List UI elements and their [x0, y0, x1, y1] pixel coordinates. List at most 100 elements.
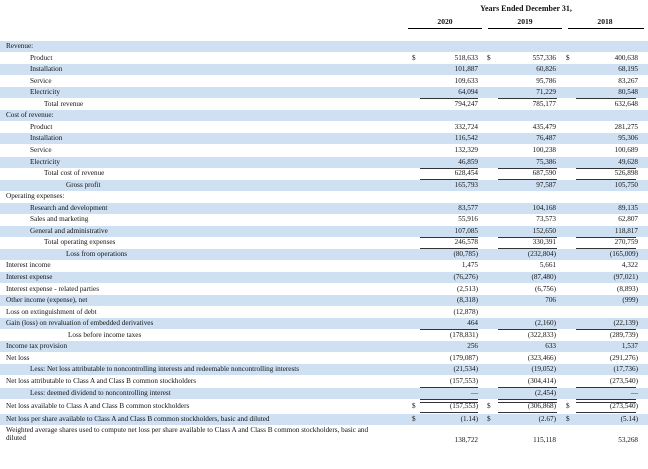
value-2018: 400,638	[614, 53, 638, 62]
row-label: Electricity	[30, 88, 60, 97]
currency-symbol: $	[412, 53, 416, 62]
value-2020: 256	[467, 342, 478, 351]
value-2019: (322,833)	[527, 330, 556, 339]
value-2020: (178,831)	[449, 330, 478, 339]
value-2018: 270,759	[614, 238, 638, 247]
value-2018: 89,135	[618, 203, 638, 212]
row-label: Less: deemed dividend to noncontrolling …	[30, 388, 171, 397]
statement-row: Research and development 83,577 104,168 89,…	[0, 202, 648, 214]
value-2019: 60,826	[536, 65, 556, 74]
value-2020: —	[470, 388, 478, 397]
statement-row: Net loss per share available to Class A …	[0, 413, 648, 425]
statement-row: Less: deemed dividend to noncontrolling …	[0, 387, 648, 399]
value-2020: 46,859	[458, 157, 478, 166]
row-label: Revenue:	[6, 42, 34, 50]
currency-symbol: $	[412, 414, 416, 423]
statement-row: Interest expense (76,276) (87,480) (97,021)	[0, 272, 648, 283]
value-2019: 435,479	[532, 122, 556, 131]
statement-row: Income tax provision 256 633 1,537	[0, 341, 648, 353]
row-label: Loss before income taxes	[68, 330, 142, 339]
row-label: Installation	[30, 65, 63, 74]
value-2018: 632,648	[614, 99, 638, 108]
value-2018: (5.14)	[620, 414, 638, 423]
value-2020: 464	[467, 319, 478, 328]
row-label: General and administrative	[30, 226, 108, 235]
value-2019: (232,804)	[527, 249, 556, 258]
value-2020: 794,247	[454, 99, 478, 108]
statement-row: Less: Net loss attributable to noncontro…	[0, 364, 648, 376]
row-label: Electricity	[30, 157, 60, 166]
value-2018: 62,807	[618, 215, 638, 224]
value-2018: 80,548	[618, 88, 638, 97]
row-label: Operating expenses:	[6, 192, 65, 201]
statement-row: Electricity 46,859 75,386 49,628	[0, 156, 648, 168]
value-2019: (304,414)	[527, 376, 556, 385]
row-label: Service	[30, 145, 52, 154]
row-label: Net loss per share available to Class A …	[6, 414, 270, 423]
statement-row: Cost of revenue:	[0, 110, 648, 122]
value-2020: 83,577	[458, 203, 478, 212]
value-2018: (17,736)	[613, 365, 638, 374]
value-2019: 100,238	[532, 145, 556, 154]
value-2018: 49,628	[618, 157, 638, 166]
row-label: Total operating expenses	[44, 238, 116, 247]
statement-row: Interest income 1,475 5,661 4,322	[0, 260, 648, 271]
value-2019: 73,573	[536, 215, 556, 224]
value-2018: 68,195	[618, 65, 638, 74]
value-2019: (2,454)	[535, 388, 556, 397]
row-label: Net loss attributable to Class A and Cla…	[6, 376, 197, 385]
value-2018: (289,739)	[609, 330, 638, 339]
value-2020: (157,553)	[449, 376, 478, 385]
row-label: Interest income	[6, 261, 51, 270]
value-2020: 332,724	[454, 122, 478, 131]
row-label: Service	[30, 76, 52, 85]
row-label: Less: Net loss attributable to noncontro…	[30, 365, 300, 374]
value-2020: 55,916	[458, 215, 478, 224]
statement-row: Total revenue 794,247 785,177 632,648	[0, 99, 648, 110]
row-label: Interest expense - related parties	[6, 284, 99, 293]
value-2018: 95,306	[618, 134, 638, 143]
statement-row: Total cost of revenue 628,454 687,590 526,8…	[0, 168, 648, 179]
value-2018: —	[630, 388, 638, 397]
row-label: Sales and marketing	[30, 215, 89, 224]
value-2019: 115,118	[533, 436, 556, 445]
value-2019: 687,590	[532, 169, 556, 178]
statement-row: Operating expenses:	[0, 191, 648, 202]
value-2019: 5,661	[539, 261, 556, 270]
value-2018: 105,750	[614, 180, 638, 189]
value-2020: (1.14)	[460, 414, 478, 423]
row-label: Cost of revenue:	[6, 111, 54, 120]
period-header: Years Ended December 31,	[480, 4, 572, 13]
statement-row: Revenue:	[0, 41, 648, 52]
value-2019: 330,391	[532, 238, 556, 247]
row-label: Total cost of revenue	[44, 169, 105, 178]
row-label: Product	[30, 122, 53, 131]
value-2018: (97,021)	[613, 273, 638, 281]
value-2019: 785,177	[532, 99, 556, 108]
header-rule	[408, 28, 482, 29]
statement-row: Sales and marketing 55,916 73,573 62,807	[0, 214, 648, 225]
value-2018: (273,540)	[609, 376, 638, 385]
value-2020: 64,094	[458, 88, 478, 97]
statement-row: Interest expense - related parties (2,513…	[0, 284, 648, 295]
currency-symbol: $	[566, 401, 570, 410]
statement-row: Service 132,329 100,238 100,689	[0, 145, 648, 156]
value-2020: 116,542	[454, 134, 478, 143]
value-2019: 76,487	[536, 134, 556, 143]
value-2020: 165,793	[454, 180, 478, 189]
header-rule	[488, 28, 562, 29]
row-label: Product	[30, 53, 53, 62]
currency-symbol: $	[487, 53, 491, 62]
value-2019: 71,229	[536, 88, 556, 97]
value-2020: 138,722	[454, 436, 478, 445]
year-header-2019: 2019	[517, 17, 533, 26]
year-header-2018: 2018	[597, 17, 613, 26]
value-2018: (999)	[622, 296, 638, 305]
value-2020: (2,513)	[457, 284, 478, 293]
statement-row: Gross profit 165,793 97,587 105,750	[0, 179, 648, 191]
statement-row: Net loss available to Class A and Class …	[0, 401, 648, 412]
value-2018: (273,540)	[609, 401, 638, 410]
currency-symbol: $	[487, 414, 491, 423]
statement-row: Loss before income taxes (178,831) (322,83…	[0, 330, 648, 341]
value-2019: 104,168	[532, 203, 556, 212]
